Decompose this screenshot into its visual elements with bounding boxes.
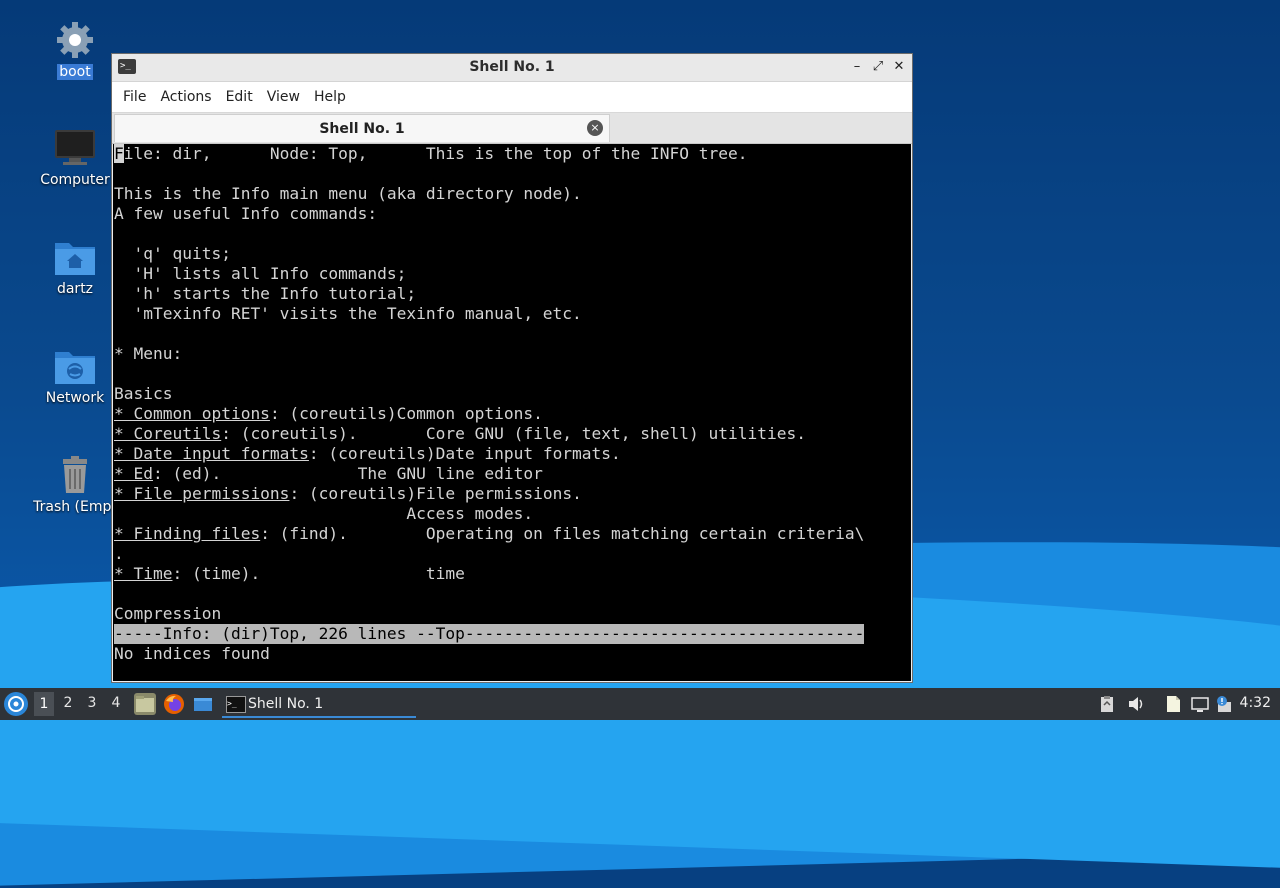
terminal-line: * Finding files: (find). Operating on fi… <box>114 524 865 543</box>
terminal-line: A few useful Info commands: <box>114 204 378 223</box>
tab-label: Shell No. 1 <box>319 121 405 137</box>
terminal-line: 'q' quits; <box>114 244 231 263</box>
menu-file[interactable]: File <box>116 89 153 105</box>
tab-close-icon[interactable]: × <box>587 120 603 136</box>
network-folder-icon <box>55 352 95 384</box>
home-folder-icon <box>55 243 95 275</box>
workspace-1[interactable]: 1 <box>34 692 54 716</box>
terminal-line: Compression <box>114 604 222 623</box>
text-cursor: F <box>114 144 124 163</box>
menu-link-file-permissions[interactable]: * File permissions <box>114 484 289 503</box>
terminal-line: 'h' starts the Info tutorial; <box>114 284 417 303</box>
task-label: Shell No. 1 <box>248 696 324 712</box>
menu-link-coreutils[interactable]: * Coreutils <box>114 424 221 443</box>
start-menu-button[interactable] <box>4 692 28 716</box>
workspace-2[interactable]: 2 <box>58 695 78 711</box>
desktop-icon-network[interactable]: Network <box>27 346 123 406</box>
info-status-line: -----Info: (dir)Top, 226 lines --Top----… <box>114 624 911 644</box>
desktop-icon-boot[interactable]: boot <box>27 20 123 80</box>
monitor-icon <box>55 130 95 165</box>
menu-help[interactable]: Help <box>307 89 353 105</box>
desktop-icon-computer[interactable]: Computer <box>27 128 123 188</box>
volume-icon[interactable] <box>1127 695 1145 713</box>
terminal-output[interactable]: File: dir, Node: Top, This is the top of… <box>113 144 911 681</box>
terminal-icon: >_ <box>226 696 246 713</box>
terminal-window: >_ Shell No. 1 – ⤢ ✕ File Actions Edit V… <box>111 53 913 683</box>
terminal-line: 'H' lists all Info commands; <box>114 264 407 283</box>
workspace-3[interactable]: 3 <box>82 695 102 711</box>
terminal-line: . <box>114 544 124 563</box>
desktop-icon-label: Network <box>45 390 105 406</box>
terminal-line: * Menu: <box>114 344 183 363</box>
title-bar[interactable]: >_ Shell No. 1 – ⤢ ✕ <box>112 54 912 82</box>
taskbar: 1 2 3 4 >_ Shell No. 1 4:32 <box>0 688 1280 720</box>
menu-link-date-input-formats[interactable]: * Date input formats <box>114 444 309 463</box>
menu-edit[interactable]: Edit <box>219 89 260 105</box>
terminal-line: Access modes. <box>114 504 534 523</box>
terminal-line: * File permissions: (coreutils)File perm… <box>114 484 582 503</box>
gear-icon <box>57 22 93 58</box>
menu-view[interactable]: View <box>260 89 307 105</box>
menu-link-common-options[interactable]: * Common options <box>114 404 270 423</box>
menu-link-ed[interactable]: * Ed <box>114 464 153 483</box>
desktop-icon-label: dartz <box>56 281 94 297</box>
trash-icon <box>63 456 87 493</box>
updates-icon[interactable] <box>1215 695 1233 713</box>
terminal-line: 'mTexinfo RET' visits the Texinfo manual… <box>114 304 582 323</box>
firefox-icon[interactable] <box>163 693 185 715</box>
tab-bar: Shell No. 1 × <box>112 113 912 144</box>
status-bar-text: -----Info: (dir)Top, 226 lines --Top----… <box>114 624 865 644</box>
file-manager-icon[interactable] <box>134 693 156 715</box>
terminal-line: * Time: (time). time <box>114 564 465 583</box>
display-icon[interactable] <box>1191 695 1209 713</box>
clipboard-icon[interactable] <box>1098 695 1116 713</box>
menu-bar: File Actions Edit View Help <box>112 82 912 113</box>
desktop-icon-dartz[interactable]: dartz <box>27 237 123 297</box>
desktop-icon[interactable] <box>192 693 214 715</box>
menu-link-finding-files[interactable]: * Finding files <box>114 524 260 543</box>
menu-link-time[interactable]: * Time <box>114 564 172 583</box>
terminal-line: * Ed: (ed). The GNU line editor <box>114 464 543 483</box>
terminal-line: * Coreutils: (coreutils). Core GNU (file… <box>114 424 806 443</box>
window-title: Shell No. 1 <box>469 59 555 75</box>
desktop-icon-label: Trash (Empt <box>33 499 117 515</box>
close-button[interactable]: ✕ <box>890 57 908 77</box>
tab-shell-1[interactable]: Shell No. 1 × <box>114 114 610 142</box>
terminal-line: This is the Info main menu (aka director… <box>114 184 582 203</box>
menu-actions[interactable]: Actions <box>153 89 218 105</box>
echo-area-message: No indices found <box>114 644 270 663</box>
desktop-icon-label: boot <box>57 64 93 80</box>
notes-icon[interactable] <box>1164 695 1182 713</box>
terminal-line: Basics <box>114 384 173 403</box>
clock[interactable]: 4:32 <box>1240 695 1271 711</box>
maximize-button[interactable]: ⤢ <box>869 57 887 77</box>
terminal-line: File: dir, Node: Top, This is the top of… <box>114 144 748 163</box>
minimize-button[interactable]: – <box>848 57 866 77</box>
desktop-icon-trash[interactable]: Trash (Empt <box>27 455 123 515</box>
terminal-line: * Date input formats: (coreutils)Date in… <box>114 444 621 463</box>
desktop-icon-label: Computer <box>40 172 110 188</box>
taskbar-task-shell[interactable]: >_ Shell No. 1 <box>222 690 416 718</box>
terminal-line: * Common options: (coreutils)Common opti… <box>114 404 543 423</box>
workspace-4[interactable]: 4 <box>106 695 126 711</box>
lubuntu-logo-icon <box>8 696 24 712</box>
